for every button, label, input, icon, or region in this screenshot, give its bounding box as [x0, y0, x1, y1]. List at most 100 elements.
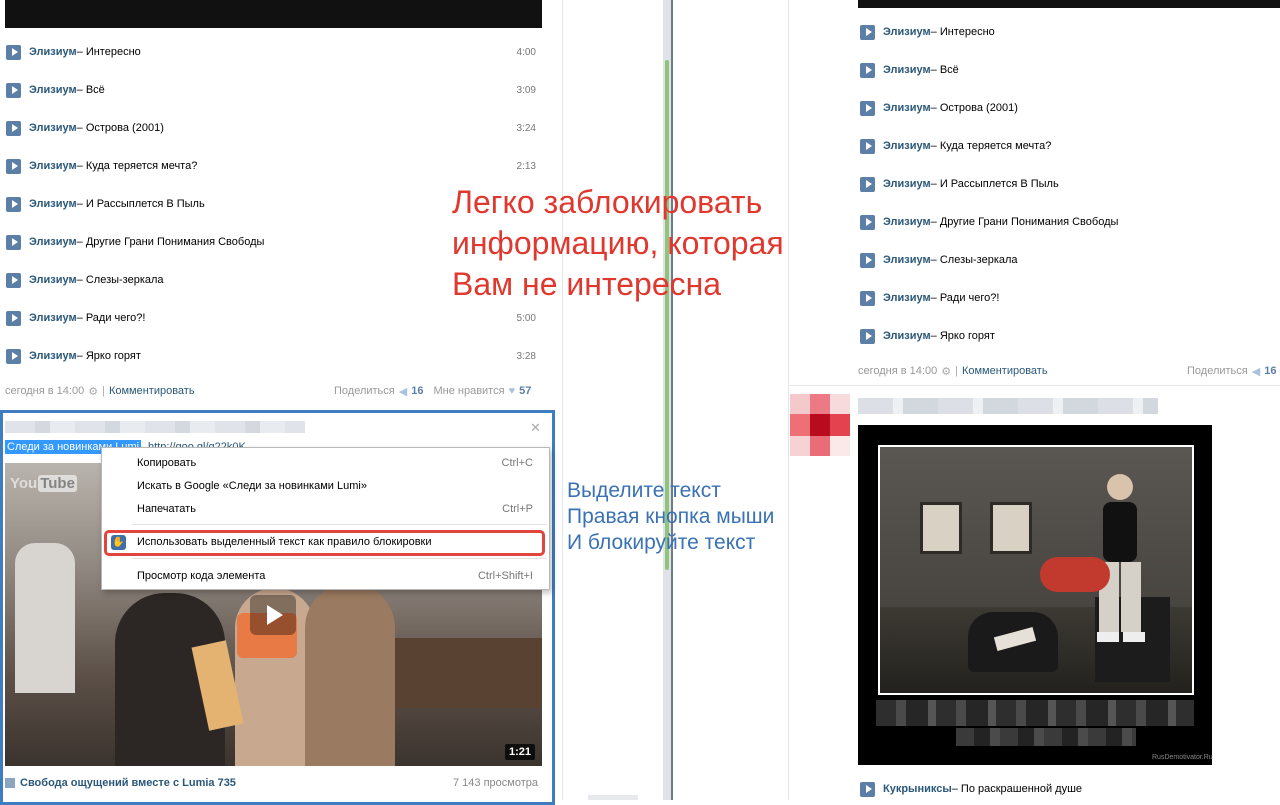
megaphone-icon[interactable]: ◀ [1252, 365, 1260, 378]
play-icon[interactable] [6, 158, 21, 174]
post-image-top[interactable] [5, 0, 542, 28]
menu-item-search-google[interactable]: Искать в Google «Следи за новинками Lumi… [102, 475, 549, 497]
menu-item-print[interactable]: Напечатать Ctrl+P [102, 498, 549, 520]
play-icon[interactable] [250, 595, 296, 635]
gear-icon[interactable]: ⚙ [88, 385, 98, 398]
audio-row[interactable]: Элизиум – Острова (2001) [860, 98, 1280, 118]
audio-artist[interactable]: Элизиум [29, 312, 77, 324]
video-title[interactable]: Свобода ощущений вместе с Lumia 735 [20, 777, 236, 789]
play-icon[interactable] [860, 328, 875, 344]
avatar-pixel [810, 436, 830, 456]
play-icon[interactable] [6, 120, 21, 136]
audio-title: – Ярко горят [76, 350, 141, 362]
youtube-logo: You Tube [10, 475, 77, 492]
audio-artist[interactable]: Элизиум [29, 274, 77, 286]
gear-icon[interactable]: ⚙ [941, 365, 951, 378]
post-date[interactable]: сегодня в 14:00 [5, 385, 84, 397]
audio-artist[interactable]: Элизиум [883, 330, 931, 342]
audio-artist[interactable]: Элизиум [29, 46, 77, 58]
play-icon[interactable] [860, 781, 875, 797]
play-icon[interactable] [6, 272, 21, 288]
meta-separator: | [102, 385, 105, 397]
avatar-pixel [790, 436, 810, 456]
audio-artist[interactable]: Элизиум [29, 122, 77, 134]
play-icon[interactable] [6, 348, 21, 364]
audio-artist[interactable]: Элизиум [29, 350, 77, 362]
audio-artist[interactable]: Элизиум [29, 84, 77, 96]
share-link[interactable]: Поделиться [1187, 365, 1248, 377]
audio-row[interactable]: Элизиум – И Рассыплется В Пыль [860, 174, 1280, 194]
menu-item-copy[interactable]: Копировать Ctrl+C [102, 452, 549, 474]
blurred-post-header [5, 421, 305, 433]
audio-row[interactable]: Элизиум – Ради чего?! [860, 288, 1280, 308]
audio-artist[interactable]: Кукрыниксы [883, 783, 952, 795]
play-icon[interactable] [860, 100, 875, 116]
audio-artist[interactable]: Элизиум [883, 216, 931, 228]
menu-shortcut: Ctrl+P [502, 503, 533, 515]
play-icon[interactable] [6, 196, 21, 212]
audio-title: – Интересно [76, 46, 141, 58]
youtube-logo-you: You [10, 475, 38, 492]
play-icon[interactable] [860, 24, 875, 40]
blurred-caption [876, 700, 1194, 748]
comment-link[interactable]: Комментировать [109, 385, 195, 397]
play-icon[interactable] [860, 176, 875, 192]
play-icon[interactable] [6, 82, 21, 98]
post-date[interactable]: сегодня в 14:00 [858, 365, 937, 377]
audio-artist[interactable]: Элизиум [883, 178, 931, 190]
audio-row[interactable]: Элизиум – Куда теряется мечта? 2:13 [6, 156, 536, 176]
avatar-pixel [830, 414, 850, 436]
audio-artist[interactable]: Элизиум [883, 254, 931, 266]
audio-title: – Другие Грани Понимания Свободы [930, 216, 1119, 228]
audio-artist[interactable]: Элизиум [883, 26, 931, 38]
menu-item-inspect[interactable]: Просмотр кода элемента Ctrl+Shift+I [102, 565, 549, 587]
bottom-tab[interactable] [588, 795, 638, 800]
audio-artist[interactable]: Элизиум [883, 64, 931, 76]
like-link[interactable]: Мне нравится [433, 385, 504, 397]
audio-row[interactable]: Элизиум – Куда теряется мечта? [860, 136, 1280, 156]
audio-row[interactable]: Элизиум – Всё [860, 60, 1280, 80]
demotivator-photo [878, 445, 1194, 695]
share-link[interactable]: Поделиться [334, 385, 395, 397]
audio-artist[interactable]: Элизиум [29, 236, 77, 248]
audio-row[interactable]: Элизиум – Интересно 4:00 [6, 42, 536, 62]
play-icon[interactable] [860, 290, 875, 306]
meta-separator: | [955, 365, 958, 377]
audio-artist[interactable]: Элизиум [883, 140, 931, 152]
close-icon[interactable]: ✕ [530, 420, 541, 436]
play-icon[interactable] [6, 234, 21, 250]
audio-row[interactable]: Элизиум – Интересно [860, 22, 1280, 42]
audio-row[interactable]: Кукрыниксы – По раскрашенной душе [860, 779, 1280, 799]
audio-artist[interactable]: Элизиум [29, 198, 77, 210]
audio-artist[interactable]: Элизиум [29, 160, 77, 172]
post-meta: сегодня в 14:00 ⚙ | Комментировать [858, 363, 1048, 379]
audio-row[interactable]: Элизиум – Всё 3:09 [6, 80, 536, 100]
audio-title: – Куда теряется мечта? [930, 140, 1052, 152]
annotation-line: Правая кнопка мыши [567, 505, 775, 528]
comment-link[interactable]: Комментировать [962, 365, 1048, 377]
audio-row[interactable]: Элизиум – Ярко горят 3:28 [6, 346, 536, 366]
play-icon[interactable] [860, 138, 875, 154]
heart-icon[interactable]: ♥ [509, 385, 516, 397]
caption-block [876, 700, 1194, 726]
post-image-top[interactable] [858, 0, 1280, 8]
play-icon[interactable] [860, 62, 875, 78]
audio-artist[interactable]: Элизиум [883, 102, 931, 114]
audio-artist[interactable]: Элизиум [883, 292, 931, 304]
play-icon[interactable] [860, 252, 875, 268]
play-icon[interactable] [860, 214, 875, 230]
audio-row[interactable]: Элизиум – Острова (2001) 3:24 [6, 118, 536, 138]
play-icon[interactable] [6, 310, 21, 326]
menu-separator [132, 524, 547, 525]
audio-row[interactable]: Элизиум – Ради чего?! 5:00 [6, 308, 536, 328]
megaphone-icon[interactable]: ◀ [399, 385, 407, 398]
avatar[interactable] [790, 394, 850, 456]
audio-row[interactable]: Элизиум – Ярко горят [860, 326, 1280, 346]
audio-row[interactable]: Элизиум – Слезы-зеркала [860, 250, 1280, 270]
menu-shortcut: Ctrl+C [501, 457, 533, 469]
play-icon[interactable] [6, 44, 21, 60]
photo-guitar [1040, 557, 1110, 592]
avatar-pixel [830, 436, 850, 456]
video-views: 7 143 просмотра [453, 777, 538, 789]
audio-row[interactable]: Элизиум – Другие Грани Понимания Свободы [860, 212, 1280, 232]
